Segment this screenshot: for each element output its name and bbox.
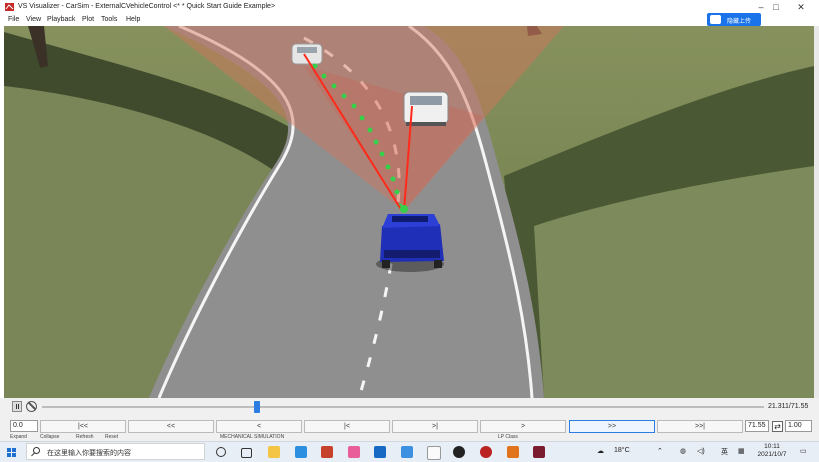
bottom-strip: Expand Collapse Refresh Reset MECHANICAL…	[0, 433, 819, 441]
weather-temp: 18°C	[614, 447, 630, 454]
menu-view[interactable]: View	[26, 16, 41, 23]
tray-overflow-icon[interactable]: ⌃	[657, 447, 663, 455]
vscode-icon[interactable]	[295, 446, 307, 458]
menu-tools[interactable]: Tools	[101, 16, 117, 23]
typora-icon[interactable]	[427, 446, 441, 460]
file-explorer-icon[interactable]	[268, 446, 280, 458]
system-clock[interactable]: 10:11 2021/10/7	[750, 443, 794, 459]
no-sign-icon[interactable]	[26, 401, 37, 412]
reset-button[interactable]: Reset	[105, 434, 118, 440]
step-forward-button[interactable]: >|	[392, 420, 478, 433]
section-label: MECHANICAL SIMULATION	[220, 434, 285, 440]
taskbar-search-box[interactable]: 在这里输入你要搜索的内容	[26, 443, 205, 460]
weather-icon[interactable]: ☁	[597, 447, 604, 455]
clock-time: 10:11	[764, 443, 780, 450]
network-icon[interactable]: ◍	[680, 447, 686, 455]
expand-button[interactable]: Expand	[10, 434, 27, 440]
hide-upload-label: 隐藏上传	[727, 19, 752, 25]
step-back-button[interactable]: |<	[304, 420, 390, 433]
jump-end-button[interactable]: >>|	[657, 420, 743, 433]
play-button[interactable]: >	[480, 420, 566, 433]
start-time-field[interactable]: 0.0	[10, 420, 38, 432]
fast-forward-button[interactable]: >>	[569, 420, 655, 433]
speed-field[interactable]: 1.00	[785, 420, 812, 432]
task-view-icon[interactable]	[241, 448, 252, 458]
rewind-button[interactable]: <	[216, 420, 302, 433]
end-time-field[interactable]: 71.55	[745, 420, 769, 432]
refresh-button[interactable]: Refresh	[76, 434, 94, 440]
outlook-icon[interactable]	[374, 446, 386, 458]
notification-icon[interactable]: ▭	[800, 447, 807, 455]
search-icon	[33, 447, 40, 454]
app-grid-icon[interactable]	[321, 446, 333, 458]
taskbar: 在这里输入你要搜索的内容 ☁ 18°C ⌃ ◍ ◁) 英 ▦ 10:11 202…	[0, 441, 819, 462]
keyboard-icon[interactable]: ▦	[738, 447, 745, 455]
collapse-button[interactable]: Collapse	[40, 434, 59, 440]
windows-start-icon[interactable]	[7, 448, 16, 457]
scrollbar-right[interactable]	[814, 26, 819, 398]
window-title: VS Visualizer - CarSim - ExternalCVehicl…	[18, 3, 276, 10]
timeline-track[interactable]	[42, 406, 764, 408]
timeline-thumb[interactable]	[254, 401, 261, 413]
cloud-upload-icon	[710, 15, 721, 24]
pause-button[interactable]	[12, 401, 22, 412]
clock-date: 2021/10/7	[757, 451, 787, 458]
checkmark-app-icon[interactable]	[401, 446, 413, 458]
search-placeholder: 在这里输入你要搜索的内容	[47, 450, 131, 457]
playback-controls: 21.311/71.55 0.0 |<< << < |< >| > >> >>|…	[0, 398, 819, 436]
menu-plot[interactable]: Plot	[82, 16, 94, 23]
menu-help[interactable]: Help	[126, 16, 140, 23]
menu-playback[interactable]: Playback	[47, 16, 75, 23]
volume-icon[interactable]: ◁)	[697, 447, 705, 455]
loop-icon[interactable]: ⇄	[772, 421, 783, 432]
hide-upload-button[interactable]: 隐藏上传	[707, 13, 761, 26]
class-label: LP Class	[498, 434, 518, 440]
ime-indicator[interactable]: 英	[721, 447, 728, 457]
menu-bar: File View Playback Plot Tools Help	[0, 14, 819, 26]
paint-icon[interactable]	[348, 446, 360, 458]
obs-icon[interactable]	[453, 446, 465, 458]
maximize-button[interactable]: □	[767, 1, 785, 13]
carsim-icon[interactable]	[533, 446, 545, 458]
media-icon[interactable]	[480, 446, 492, 458]
title-bar: VS Visualizer - CarSim - ExternalCVehicl…	[0, 0, 819, 14]
time-readout: 21.311/71.55	[768, 403, 809, 410]
close-button[interactable]: ✕	[792, 1, 810, 13]
scene-graphic	[4, 26, 814, 398]
cortana-icon[interactable]	[216, 447, 226, 457]
target-car-far	[291, 43, 323, 65]
matlab-icon[interactable]	[507, 446, 519, 458]
fast-rewind-button[interactable]: <<	[128, 420, 214, 433]
menu-file[interactable]: File	[8, 16, 19, 23]
simulation-viewport[interactable]	[4, 26, 814, 398]
vs-visualizer-icon	[5, 3, 14, 11]
jump-start-button[interactable]: |<<	[40, 420, 126, 433]
